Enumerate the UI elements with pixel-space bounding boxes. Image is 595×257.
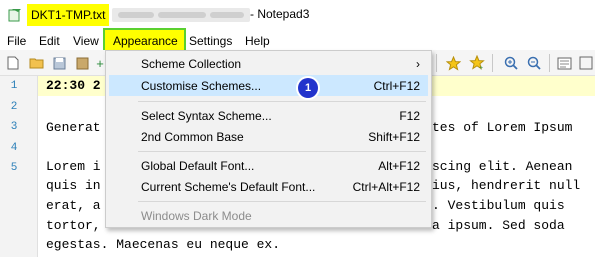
menu-appearance[interactable]: Appearance	[107, 31, 184, 50]
notepad3-app-icon	[8, 9, 21, 22]
toolbar-separator	[436, 54, 437, 72]
menu-view[interactable]: View	[67, 31, 105, 50]
line-number: 4	[10, 142, 18, 154]
star-icon[interactable]	[445, 55, 461, 71]
toolbar-separator	[492, 54, 493, 72]
editor-line: 22:30 2	[46, 78, 101, 93]
editor-line: tortor,	[46, 218, 101, 233]
menu-item-label: Customise Schemes...	[141, 78, 262, 93]
editor-line: Generat	[46, 120, 101, 135]
menu-item-label: Select Syntax Scheme...	[141, 108, 272, 123]
blurred-path	[112, 8, 250, 22]
settings-icon[interactable]	[556, 55, 572, 71]
appearance-dropdown: Scheme Collection › Customise Schemes...…	[105, 50, 432, 228]
menu-help[interactable]: Help	[239, 31, 276, 50]
fullscreen-icon[interactable]	[578, 55, 594, 71]
submenu-arrow-icon: ›	[416, 56, 420, 71]
title-bar: DKT1-TMP.txt - Notepad3	[0, 0, 595, 31]
open-folder-icon[interactable]	[28, 55, 44, 71]
step-badge: 1	[298, 78, 318, 98]
menu-file[interactable]: File	[1, 31, 32, 50]
editor-line: quis in	[46, 178, 101, 193]
menu-item-label: Windows Dark Mode	[141, 208, 252, 223]
editor-line: Lorem i	[46, 159, 101, 174]
save-as-icon[interactable]	[74, 55, 90, 71]
menu-separator	[138, 201, 426, 202]
toolbar-separator	[549, 54, 550, 72]
menu-item-shortcut: F12	[399, 108, 420, 123]
menu-item-windows-dark-mode: Windows Dark Mode	[109, 205, 428, 226]
menu-item-shortcut: Ctrl+F12	[373, 78, 420, 93]
menu-edit[interactable]: Edit	[33, 31, 66, 50]
menu-item-label: 2nd Common Base	[141, 129, 244, 144]
menu-item-2nd-common-base[interactable]: 2nd Common Base Shift+F12	[109, 126, 428, 147]
zoom-in-icon[interactable]	[503, 55, 519, 71]
menu-settings[interactable]: Settings	[183, 31, 238, 50]
window-title-filename: DKT1-TMP.txt	[27, 4, 110, 26]
menu-item-shortcut: Ctrl+Alt+F12	[352, 179, 420, 194]
menu-separator	[138, 101, 426, 102]
editor-line: erat, a	[46, 198, 101, 213]
menu-item-shortcut: Alt+F12	[378, 158, 420, 173]
menu-item-label: Global Default Font...	[141, 158, 255, 173]
editor-line: scing elit. Aenean	[432, 159, 573, 174]
menu-item-shortcut: Shift+F12	[368, 129, 420, 144]
menu-item-global-default-font[interactable]: Global Default Font... Alt+F12	[109, 155, 428, 176]
menu-item-customise-schemes[interactable]: Customise Schemes... 1 Ctrl+F12	[109, 75, 428, 98]
add-favorite-icon[interactable]: +	[469, 55, 485, 71]
menu-item-label: Current Scheme's Default Font...	[141, 179, 316, 194]
menu-item-label: Scheme Collection	[141, 56, 242, 71]
new-file-icon[interactable]	[5, 55, 21, 71]
editor-line: tes of Lorem Ipsum	[432, 120, 573, 135]
svg-text:+: +	[479, 65, 483, 71]
editor-line: ius, hendrerit null	[432, 178, 581, 193]
line-number-gutter: 1 2 3 4 5	[0, 76, 38, 257]
editor-line: egestas. Maecenas eu neque ex.	[46, 237, 281, 252]
line-number: 5	[10, 162, 18, 174]
menu-bar: File Edit View Appearance Settings Help	[0, 31, 595, 50]
menu-separator	[138, 151, 426, 152]
menu-item-select-syntax-scheme[interactable]: Select Syntax Scheme... F12	[109, 105, 428, 126]
menu-item-scheme-collection[interactable]: Scheme Collection ›	[109, 53, 428, 74]
editor-line: a ipsum. Sed soda	[432, 218, 565, 233]
menu-item-current-scheme-font[interactable]: Current Scheme's Default Font... Ctrl+Al…	[109, 176, 428, 197]
line-number: 3	[10, 121, 18, 133]
line-number: 2	[10, 101, 18, 113]
window-title-app: - Notepad3	[250, 7, 310, 21]
line-number: 1	[10, 80, 18, 92]
zoom-out-icon[interactable]	[526, 55, 542, 71]
save-icon[interactable]	[51, 55, 67, 71]
editor-line: . Vestibulum quis	[432, 198, 565, 213]
